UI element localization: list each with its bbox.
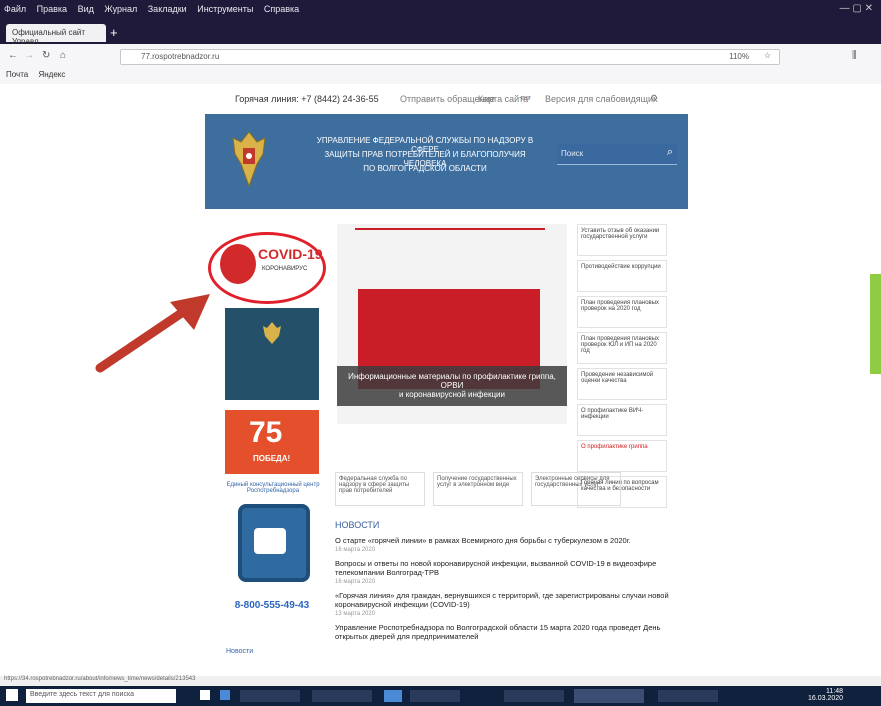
windows-taskbar: Введите здесь текст для поиска 11:48 16.…: [0, 686, 881, 706]
menu-item[interactable]: Файл: [0, 0, 30, 18]
sidebar-item[interactable]: План проведения плановых проверок на 202…: [577, 296, 667, 328]
slider-caption-line-2: и коронавирусной инфекции: [399, 390, 505, 399]
site-header: УПРАВЛЕНИЕ ФЕДЕРАЛЬНОЙ СЛУЖБЫ ПО НАДЗОРУ…: [205, 114, 688, 209]
search-icon[interactable]: ⌕: [667, 146, 673, 159]
sidebar-item[interactable]: Противодействие коррупции: [577, 260, 667, 292]
service-link[interactable]: Электронные сервисы для государственных …: [531, 472, 621, 506]
menu-item[interactable]: Вид: [74, 0, 98, 18]
tab-strip: [0, 20, 881, 44]
service-link[interactable]: Федеральная служба по надзору в сфере за…: [335, 472, 425, 506]
hotline-text: Горячая линия: +7 (8442) 24-36-55: [235, 94, 379, 104]
emblem-icon: [232, 131, 266, 188]
taskbar-app[interactable]: [658, 690, 718, 702]
status-bar: https://34.rospotrebnadzor.ru/about/info…: [0, 676, 881, 686]
zoom-level[interactable]: 110%: [729, 52, 749, 61]
slider-caption: Информационные материалы по профилактике…: [337, 366, 567, 406]
taskbar-app[interactable]: [312, 690, 372, 702]
status-url: https://34.rospotrebnadzor.ru/about/info…: [4, 676, 196, 682]
header-line-3: ПО ВОЛГОГРАДСКОЙ ОБЛАСТИ: [363, 164, 487, 173]
sidebar-item[interactable]: План проведения плановых проверок ЮЛ и И…: [577, 332, 667, 364]
feedback-side-tab[interactable]: [870, 274, 881, 374]
sidebar-item[interactable]: О профилактике гриппа: [577, 440, 667, 472]
clock-date: 16.03.2020: [808, 695, 844, 702]
new-tab-icon[interactable]: +: [110, 25, 118, 40]
news-title: НОВОСТИ: [335, 520, 380, 530]
menu-item[interactable]: Журнал: [100, 0, 141, 18]
back-icon[interactable]: ←: [8, 50, 18, 61]
top-info-line: Горячая линия: +7 (8442) 24-36-55 Отправ…: [0, 84, 881, 108]
task-view-icon[interactable]: [200, 690, 210, 700]
hotline-caption: Единый консультационный центр Роспотребн…: [226, 482, 320, 494]
search-placeholder: Поиск: [561, 149, 584, 158]
menu-item[interactable]: Инструменты: [193, 0, 257, 18]
virus-icon: [220, 244, 256, 284]
bookmark-star-icon[interactable]: ☆: [764, 51, 771, 60]
taskbar-search-placeholder: Введите здесь текст для поиска: [30, 691, 135, 698]
sidebar-item[interactable]: Проведение независимой оценки качества: [577, 368, 667, 400]
news-item[interactable]: Вопросы и ответы по новой коронавирусной…: [335, 559, 695, 577]
menu-item[interactable]: Закладки: [144, 0, 191, 18]
url-bar[interactable]: 77.rospotrebnadzor.ru 110% ☆: [120, 49, 780, 65]
covid-subtitle: КОРОНАВИРУС: [262, 266, 308, 272]
menu-item[interactable]: Правка: [33, 0, 71, 18]
slider-caption-line-1: Информационные материалы по профилактике…: [348, 372, 556, 390]
victory-label: ПОБЕДА!: [253, 454, 291, 463]
news-date: 13 марта 2020: [335, 611, 376, 617]
taskbar-search-input[interactable]: Введите здесь текст для поиска: [26, 689, 176, 703]
arrow-annotation: [95, 294, 210, 373]
search-input[interactable]: Поиск ⌕: [557, 144, 677, 165]
news-link-left[interactable]: Новости: [226, 648, 253, 655]
news-item[interactable]: О старте «горячей линии» в рамках Всемир…: [335, 536, 695, 545]
taskbar-app[interactable]: [410, 690, 460, 702]
news-date: 16 марта 2020: [335, 579, 376, 585]
clock[interactable]: 11:48 16.03.2020: [808, 688, 843, 702]
firefox-taskbar-active[interactable]: [574, 689, 644, 703]
news-item[interactable]: «Горячая линия» для граждан, вернувшихся…: [335, 591, 695, 609]
taskbar-app[interactable]: [504, 690, 564, 702]
windows-start-icon[interactable]: [6, 689, 18, 701]
menu-item[interactable]: Справка: [260, 0, 303, 18]
taskbar-app[interactable]: [240, 690, 300, 702]
news-item[interactable]: Управление Роспотребнадзора по Волгоград…: [335, 623, 695, 641]
victory-number: 75: [249, 416, 283, 449]
service-links-row: Федеральная служба по надзору в сфере за…: [335, 472, 635, 512]
service-link[interactable]: Получение государственных услуг в электр…: [433, 472, 523, 506]
bookmark-item[interactable]: Яндекс: [38, 70, 65, 79]
url-text: 77.rospotrebnadzor.ru: [141, 52, 220, 61]
browser-tab[interactable]: Официальный сайт Управл...: [6, 24, 106, 46]
glasses-icon: 👓: [520, 93, 532, 103]
bookmarks-bar: Почта Яндекс: [0, 70, 881, 84]
browser-menubar: Файл Правка Вид Журнал Закладки Инструме…: [0, 0, 881, 20]
sidebar-item[interactable]: О профилактике ВИЧ-инфекции: [577, 404, 667, 436]
victory-75-banner[interactable]: 75 ПОБЕДА!: [225, 410, 319, 474]
sidebar-item[interactable]: Уставить отзыв об оказании государственн…: [577, 224, 667, 256]
rospotrebnadzor-banner[interactable]: [225, 308, 319, 400]
emblem-icon: [263, 322, 281, 344]
low-vision-link[interactable]: Версия для слабовидящих: [545, 94, 658, 104]
edge-icon[interactable]: [220, 690, 230, 700]
web-page: Горячая линия: +7 (8442) 24-36-55 Отправ…: [0, 84, 881, 676]
news-date: 16 марта 2020: [335, 547, 376, 553]
chrome-icon[interactable]: [384, 690, 402, 702]
news-section: НОВОСТИ О старте «горячей линии» в рамка…: [335, 520, 695, 643]
library-icon[interactable]: ⫼: [852, 50, 857, 61]
telephone-icon[interactable]: [238, 504, 310, 582]
clock-time: 11:48: [826, 688, 844, 695]
home-icon[interactable]: ⌂: [60, 50, 66, 61]
accessibility-icon[interactable]: ⚙: [650, 93, 658, 104]
right-sidebar: Уставить отзыв об оказании государственн…: [577, 224, 671, 512]
window-controls[interactable]: — ▢ ✕: [840, 3, 873, 14]
forward-icon[interactable]: →: [24, 50, 34, 61]
covid-title: COVID-19: [258, 246, 323, 262]
bookmark-item[interactable]: Почта: [6, 70, 28, 79]
reload-icon[interactable]: ↻: [42, 50, 50, 61]
phone-number: 8-800-555-49-43: [234, 600, 310, 611]
